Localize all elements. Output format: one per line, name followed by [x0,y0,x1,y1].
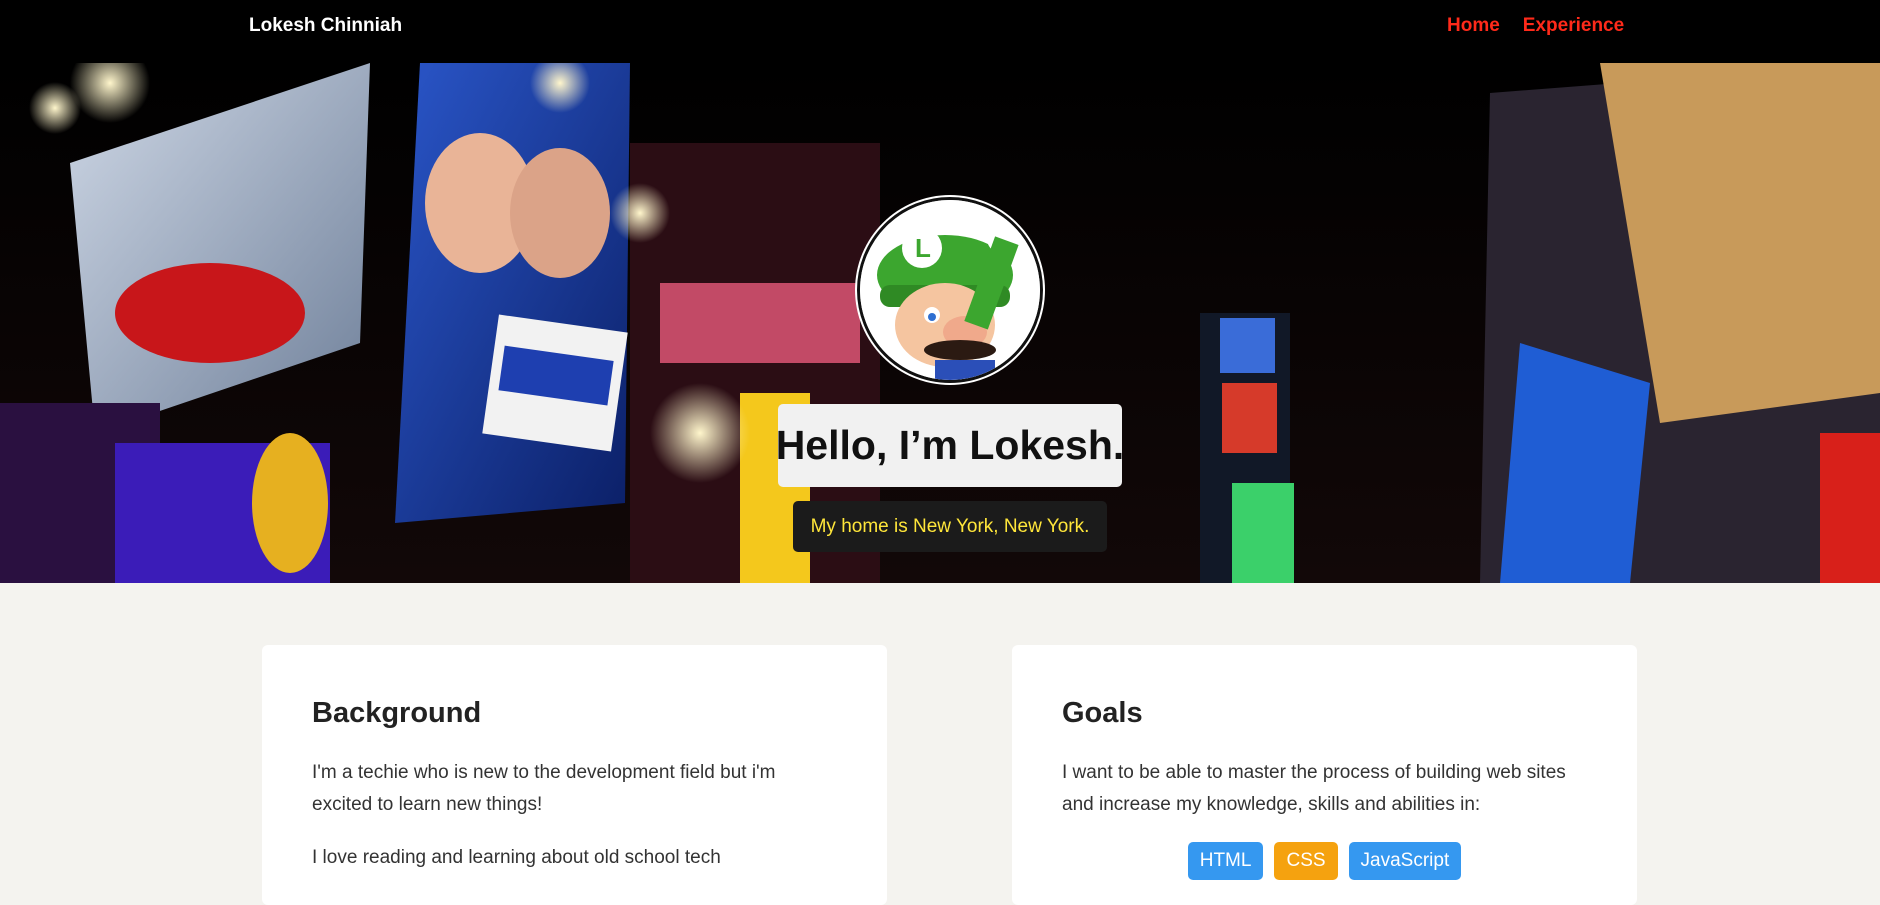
background-card: Background I'm a techie who is new to th… [262,645,887,905]
background-paragraph-1: I'm a techie who is new to the developme… [312,762,776,815]
nav-links: Home Experience [1447,0,1624,52]
tagline-box: My home is New York, New York. [793,501,1107,552]
hero-tagline: My home is New York, New York. [810,515,1090,537]
goals-paragraph: I want to be able to master the process … [1062,762,1566,815]
skill-badge-html: HTML [1187,842,1264,880]
hero-section: L Hello, I’m Lokesh. My home is New York… [0,63,1880,583]
skill-badge-css: CSS [1274,842,1338,880]
nav-link-home[interactable]: Home [1447,0,1500,52]
skill-badge-javascript: JavaScript [1348,842,1462,880]
background-title: Background [312,697,482,729]
skills-list: HTML CSS JavaScript [1012,842,1637,880]
background-paragraph-2: I love reading and learning about old sc… [312,847,721,868]
luigi-avatar-image: L [860,200,1040,380]
brand-link[interactable]: Lokesh Chinniah [249,0,402,52]
headline-box: Hello, I’m Lokesh. [775,404,1125,487]
nav-link-experience[interactable]: Experience [1523,0,1624,52]
hero-headline: Hello, I’m Lokesh. [775,422,1125,468]
luigi-avatar: L [857,197,1043,383]
goals-card: Goals I want to be able to master the pr… [1012,645,1637,905]
goals-title: Goals [1062,697,1143,729]
top-navbar: Lokesh Chinniah Home Experience [0,0,1880,63]
svg-text:L: L [915,233,931,263]
